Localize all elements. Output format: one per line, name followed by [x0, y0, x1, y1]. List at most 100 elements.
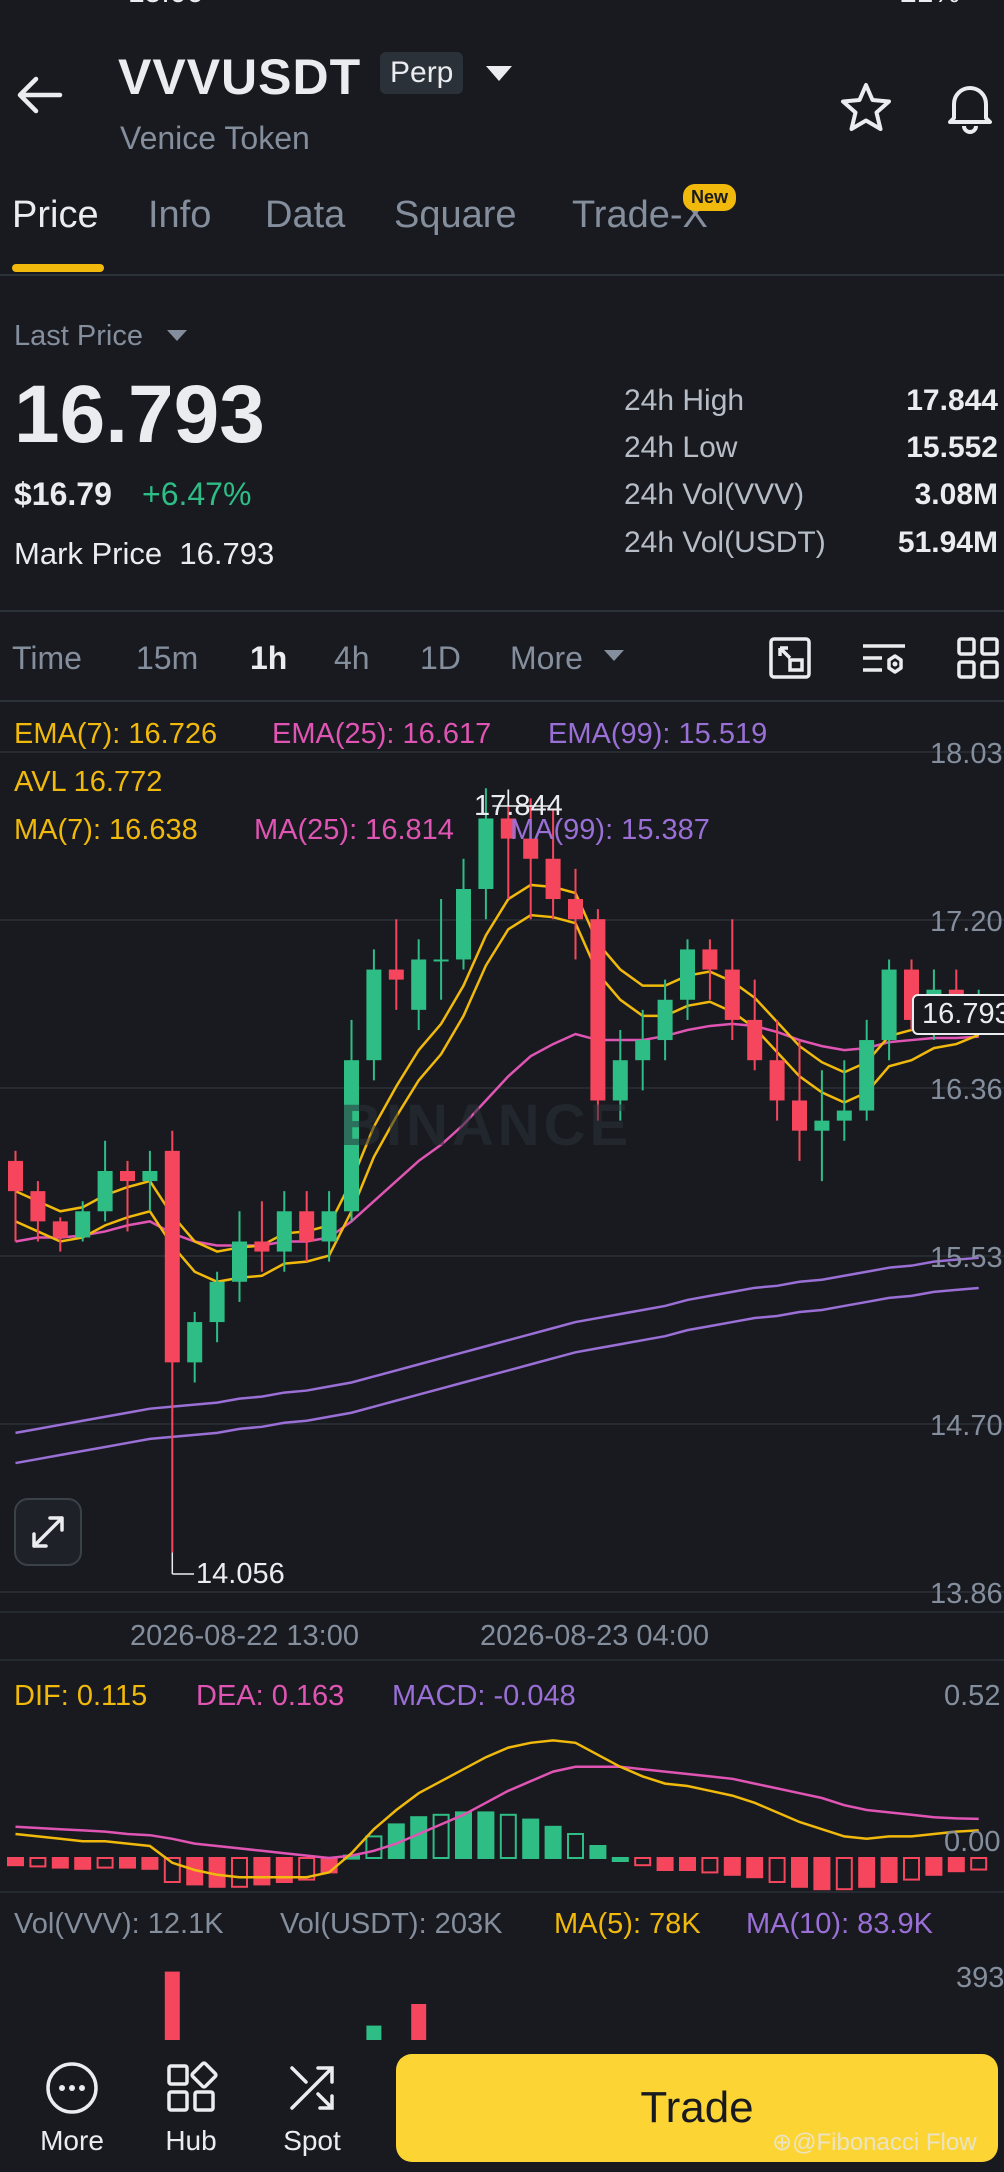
volume-bar — [366, 2025, 382, 2040]
stat-24h-vol-vvv-label: 24h Vol(VVV) — [624, 478, 805, 511]
high-marker: 17.844 — [474, 790, 563, 822]
interval-1h[interactable]: 1h — [250, 640, 287, 677]
stat-24h-low-label: 24h Low — [624, 431, 738, 464]
symbol-title[interactable]: VVVUSDT — [118, 48, 361, 106]
candle-up — [411, 959, 427, 1010]
macd-bar-up — [477, 1811, 495, 1860]
candle-up — [366, 969, 382, 1061]
interval-4h[interactable]: 4h — [334, 640, 370, 677]
fullscreen-button[interactable] — [14, 1498, 82, 1566]
usd-price: $16.79 — [14, 476, 112, 512]
hub-button[interactable]: Hub — [141, 2060, 241, 2157]
notification-bell-icon[interactable] — [942, 78, 998, 139]
candle-up — [75, 1211, 91, 1238]
legend-dea: DEA: 0.163 — [196, 1680, 345, 1712]
spot-swap-icon — [290, 2066, 334, 2110]
macd-y-tick: 0.00 — [944, 1826, 1001, 1858]
status-bar: 15:06 21% — [0, 0, 1004, 18]
grid-layout-icon[interactable] — [956, 636, 1000, 685]
battery-level: 21% — [900, 0, 960, 10]
mark-price-label: Mark Price — [14, 536, 163, 571]
stat-24h-high-value: 17.844 — [906, 384, 998, 417]
macd-bar-down — [253, 1857, 271, 1886]
candle-down — [568, 899, 583, 920]
more-button[interactable]: More — [22, 2060, 122, 2157]
interval-more[interactable]: More — [510, 640, 583, 677]
candle-up — [142, 1170, 158, 1182]
legend-vol-ma10: MA(10): 83.9K — [746, 1908, 933, 1940]
macd-bar-down — [96, 1857, 114, 1869]
volume-bar — [411, 2004, 427, 2040]
interval-1d[interactable]: 1D — [420, 640, 461, 677]
macd-bar-down — [880, 1857, 898, 1883]
candle-up — [836, 1110, 852, 1121]
candle-down — [52, 1221, 68, 1238]
macd-bar-up — [611, 1857, 629, 1862]
stat-24h-high-label: 24h High — [624, 384, 745, 417]
perp-badge: Perp — [380, 52, 464, 94]
price-change-percent: +6.47% — [142, 476, 252, 512]
back-button[interactable] — [14, 70, 64, 120]
tab-info[interactable]: Info — [148, 194, 211, 237]
depth-chart-icon[interactable] — [768, 636, 812, 685]
mark-price-value: 16.793 — [179, 536, 275, 571]
macd-bar-down — [119, 1857, 136, 1869]
legend-vol-ma5: MA(5): 78K — [554, 1908, 701, 1940]
legend-vol-vvv: Vol(VVV): 12.1K — [14, 1908, 224, 1940]
macd-bar-up — [499, 1813, 517, 1860]
legend-ma25: MA(25): 16.814 — [254, 814, 454, 846]
ma99-line — [15, 1256, 979, 1435]
legend-ma7: MA(7): 16.638 — [14, 814, 198, 846]
candle-down — [120, 1170, 135, 1182]
macd-bar-down — [634, 1857, 652, 1867]
candle-down — [590, 919, 606, 1101]
tab-square[interactable]: Square — [394, 194, 517, 237]
more-label: More — [40, 2125, 104, 2156]
spot-button[interactable]: Spot — [262, 2060, 362, 2157]
favorite-star-icon[interactable] — [838, 80, 894, 141]
candle-up — [97, 1170, 113, 1212]
macd-bar-up — [567, 1833, 584, 1859]
divider — [0, 610, 1004, 612]
expand-icon — [32, 1516, 64, 1548]
macd-bar-up — [455, 1811, 472, 1860]
candle-down — [724, 969, 740, 1020]
tab-price[interactable]: Price — [12, 194, 99, 237]
dif-line — [15, 1739, 979, 1879]
candle-down — [30, 1191, 46, 1222]
last-price-dropdown-icon[interactable] — [167, 330, 187, 341]
y-tick: 14.70 — [930, 1410, 1003, 1442]
tab-data[interactable]: Data — [265, 194, 345, 237]
legend-ema99: EMA(99): 15.519 — [548, 718, 768, 750]
macd-bar-down — [29, 1857, 47, 1868]
symbol-dropdown-icon[interactable] — [486, 66, 512, 81]
hub-grid-icon — [167, 2061, 218, 2112]
stat-24h-vol-usdt-value: 51.94M — [897, 526, 998, 559]
candle-down — [164, 1150, 180, 1363]
macd-bar-down — [947, 1857, 965, 1873]
stat-24h-vol-vvv-value: 3.08M — [914, 478, 998, 511]
macd-bar-up — [365, 1835, 383, 1860]
y-tick: 16.36 — [930, 1074, 1003, 1106]
interval-15m[interactable]: 15m — [136, 640, 198, 677]
kline-chart[interactable] — [0, 700, 1004, 2040]
chart-canvas[interactable] — [0, 700, 1004, 2040]
last-price-label[interactable]: Last Price — [14, 320, 143, 353]
interval-time[interactable]: Time — [12, 640, 82, 677]
x-tick: 2026-08-23 04:00 — [480, 1620, 709, 1652]
macd-bar-down — [858, 1857, 876, 1888]
mark-price: Mark Price 16.793 — [14, 536, 274, 572]
candle-up — [232, 1241, 247, 1282]
more-dropdown-icon[interactable] — [604, 650, 624, 661]
macd-bar-down — [723, 1857, 741, 1876]
y-tick: 18.03 — [930, 738, 1003, 770]
indicator-settings-icon[interactable] — [860, 636, 908, 685]
candle-up — [859, 1040, 875, 1111]
low-marker: 14.056 — [196, 1558, 285, 1590]
macd-bar-down — [970, 1857, 988, 1871]
macd-bar-down — [746, 1857, 764, 1879]
volume-bar — [164, 1971, 180, 2040]
macd-bar-down — [231, 1857, 248, 1888]
stat-24h-vol-usdt-label: 24h Vol(USDT) — [624, 526, 826, 559]
macd-bar-up — [522, 1818, 540, 1859]
